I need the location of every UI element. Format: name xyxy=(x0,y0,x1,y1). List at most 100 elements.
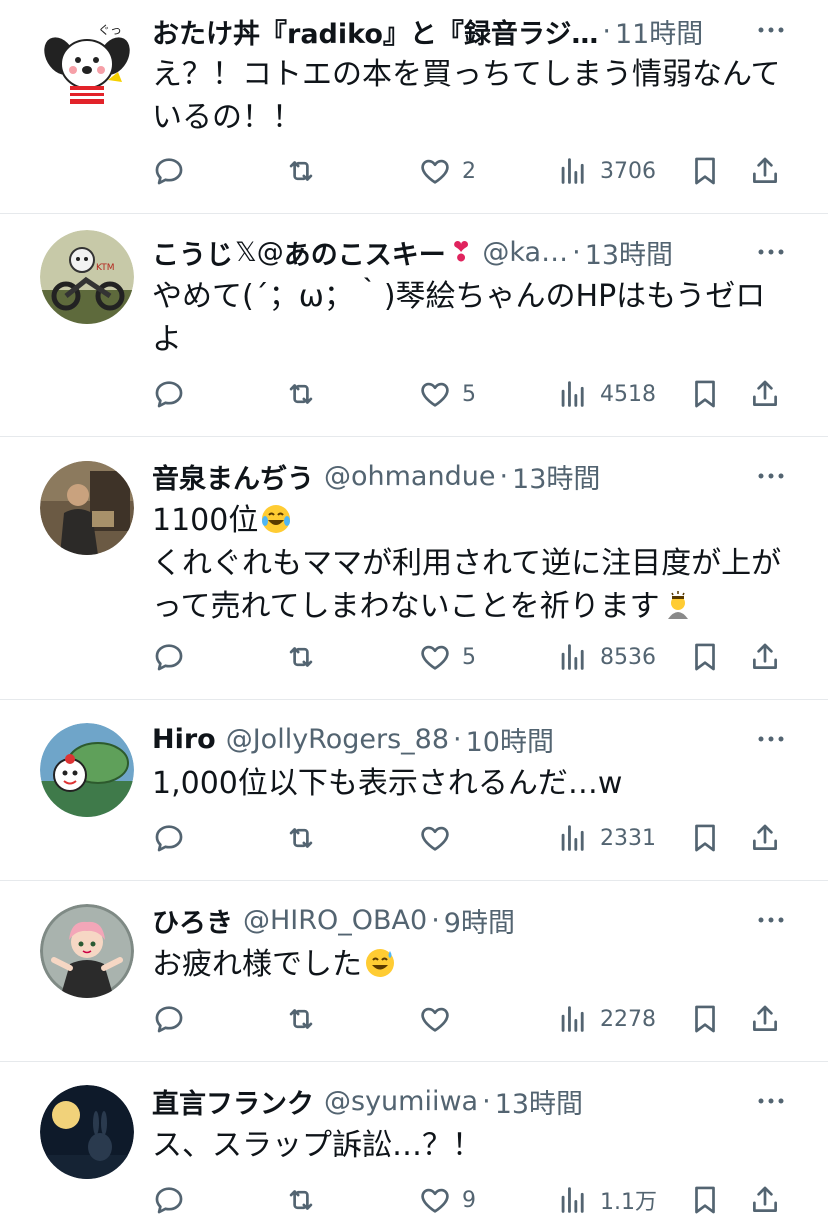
share-button[interactable] xyxy=(748,999,782,1039)
retweet-button[interactable] xyxy=(284,818,328,858)
bookmark-icon xyxy=(688,377,722,411)
reply-button[interactable] xyxy=(152,818,196,858)
views-button[interactable]: 2278 xyxy=(556,999,656,1039)
reply-feed: ぐっ おたけ丼『radiko』と『録音ラジ… · 11時間 え？！コトエの本を買… xyxy=(0,0,828,1232)
bookmark-button[interactable] xyxy=(688,999,722,1039)
cartoon-dog-avatar[interactable]: ぐっ xyxy=(40,16,134,110)
share-icon xyxy=(748,154,782,188)
tweet[interactable]: Hiro @JollyRogers_88 · 10時間 1,000位以下も表示さ… xyxy=(0,700,828,881)
analytics-icon xyxy=(556,1002,590,1036)
tweet[interactable]: ひろき @HIRO_OBA0 · 9時間 お疲れ様でした 2278 xyxy=(0,881,828,1062)
reply-button[interactable] xyxy=(152,1180,196,1220)
timestamp[interactable]: 11時間 xyxy=(615,12,703,51)
views-button[interactable]: 2331 xyxy=(556,818,656,858)
action-bar: 5 4518 xyxy=(152,374,788,414)
person-photo-avatar[interactable] xyxy=(40,461,134,555)
mascot-avatar[interactable] xyxy=(40,723,134,817)
views-button[interactable]: 4518 xyxy=(556,374,656,414)
user-handle[interactable]: @JollyRogers_88 xyxy=(226,724,449,755)
like-button[interactable] xyxy=(418,999,462,1039)
like-button[interactable] xyxy=(418,818,462,858)
like-button[interactable]: 2 xyxy=(418,151,476,191)
timestamp[interactable]: 10時間 xyxy=(466,720,554,759)
timestamp[interactable]: 13時間 xyxy=(495,1082,583,1121)
views-button[interactable]: 8536 xyxy=(556,637,656,677)
share-button[interactable] xyxy=(748,151,782,191)
tweet-header: 直言フランク @syumiiwa · 13時間 xyxy=(152,1081,788,1121)
display-name[interactable]: 直言フランク xyxy=(152,1082,314,1121)
reply-button[interactable] xyxy=(152,637,196,677)
more-options-icon[interactable] xyxy=(756,910,786,930)
analytics-icon xyxy=(556,821,590,855)
tweet-text: ス、スラップ訴訟…？！ xyxy=(152,1128,482,1163)
view-count: 2278 xyxy=(600,1006,656,1032)
analytics-icon xyxy=(556,377,590,411)
like-button[interactable]: 5 xyxy=(418,637,476,677)
tweet-text: え？！コトエの本を買っちてしまう情弱なんているの！！ xyxy=(152,57,781,135)
svg-text:KTM: KTM xyxy=(96,263,114,273)
share-button[interactable] xyxy=(748,637,782,677)
view-count: 3706 xyxy=(600,158,656,184)
share-button[interactable] xyxy=(748,818,782,858)
like-button[interactable]: 5 xyxy=(418,374,476,414)
timestamp[interactable]: 13時間 xyxy=(585,233,673,272)
views-button[interactable]: 1.1万 xyxy=(556,1180,657,1220)
reply-button[interactable] xyxy=(152,151,196,191)
user-handle[interactable]: @ka… xyxy=(482,237,568,268)
retweet-icon xyxy=(284,1002,318,1036)
more-options-icon[interactable] xyxy=(756,729,786,749)
share-button[interactable] xyxy=(748,374,782,414)
bookmark-button[interactable] xyxy=(688,637,722,677)
more-options-icon[interactable] xyxy=(756,466,786,486)
timestamp[interactable]: 13時間 xyxy=(512,457,600,496)
share-icon xyxy=(748,377,782,411)
retweet-button[interactable] xyxy=(284,1180,328,1220)
analytics-icon xyxy=(556,640,590,674)
bookmark-button[interactable] xyxy=(688,374,722,414)
action-bar: 5 8536 xyxy=(152,637,788,677)
views-button[interactable]: 3706 xyxy=(556,151,656,191)
heart-exclamation-icon: ❣ xyxy=(449,236,473,268)
reply-button[interactable] xyxy=(152,999,196,1039)
tweet[interactable]: KTM こうじ 𝕏@ あのこスキー ❣ @ka… · 13時間 やめて(´；ω；… xyxy=(0,214,828,437)
motorcycle-avatar[interactable]: KTM xyxy=(40,230,134,324)
user-handle[interactable]: @ohmandue xyxy=(324,461,495,492)
reply-icon xyxy=(152,640,186,674)
display-name[interactable]: Hiro xyxy=(152,724,216,755)
user-handle[interactable]: @syumiiwa xyxy=(324,1086,478,1117)
bookmark-button[interactable] xyxy=(688,151,722,191)
user-handle[interactable]: @HIRO_OBA0 xyxy=(243,905,427,936)
reply-button[interactable] xyxy=(152,374,196,414)
separator-dot: · xyxy=(482,1085,491,1117)
share-icon xyxy=(748,1002,782,1036)
like-count: 5 xyxy=(462,381,476,407)
anime-girl-avatar[interactable] xyxy=(40,904,134,998)
view-count: 8536 xyxy=(600,644,656,670)
retweet-button[interactable] xyxy=(284,637,328,677)
tweet[interactable]: 音泉まんぢう @ohmandue · 13時間 1100位 くれぐれもママが利用… xyxy=(0,437,828,700)
rabbit-moon-avatar[interactable] xyxy=(40,1085,134,1179)
display-name[interactable]: おたけ丼『radiko』と『録音ラジ… xyxy=(152,12,598,51)
tweet-text: やめて(´；ω；｀)琴絵ちゃんのHPはもうゼロよ xyxy=(152,279,766,357)
bookmark-button[interactable] xyxy=(688,1180,722,1220)
more-options-icon[interactable] xyxy=(756,1091,786,1111)
bookmark-button[interactable] xyxy=(688,818,722,858)
retweet-button[interactable] xyxy=(284,151,328,191)
name-badge: 𝕏@ xyxy=(235,236,284,268)
retweet-button[interactable] xyxy=(284,999,328,1039)
more-options-icon[interactable] xyxy=(756,242,786,262)
bookmark-icon xyxy=(688,640,722,674)
tweet[interactable]: 直言フランク @syumiiwa · 13時間 ス、スラップ訴訟…？！ 9 1.… xyxy=(0,1062,828,1232)
display-name[interactable]: ひろき xyxy=(152,901,233,940)
timestamp[interactable]: 9時間 xyxy=(444,901,515,940)
like-button[interactable]: 9 xyxy=(418,1180,476,1220)
more-options-icon[interactable] xyxy=(756,20,786,40)
reply-icon xyxy=(152,821,186,855)
retweet-button[interactable] xyxy=(284,374,328,414)
share-button[interactable] xyxy=(748,1180,782,1220)
svg-text:ぐっ: ぐっ xyxy=(98,23,122,37)
display-name[interactable]: こうじ xyxy=(152,233,233,272)
tweet[interactable]: ぐっ おたけ丼『radiko』と『録音ラジ… · 11時間 え？！コトエの本を買… xyxy=(0,0,828,214)
display-name[interactable]: 音泉まんぢう xyxy=(152,457,314,496)
separator-dot: · xyxy=(453,723,462,755)
